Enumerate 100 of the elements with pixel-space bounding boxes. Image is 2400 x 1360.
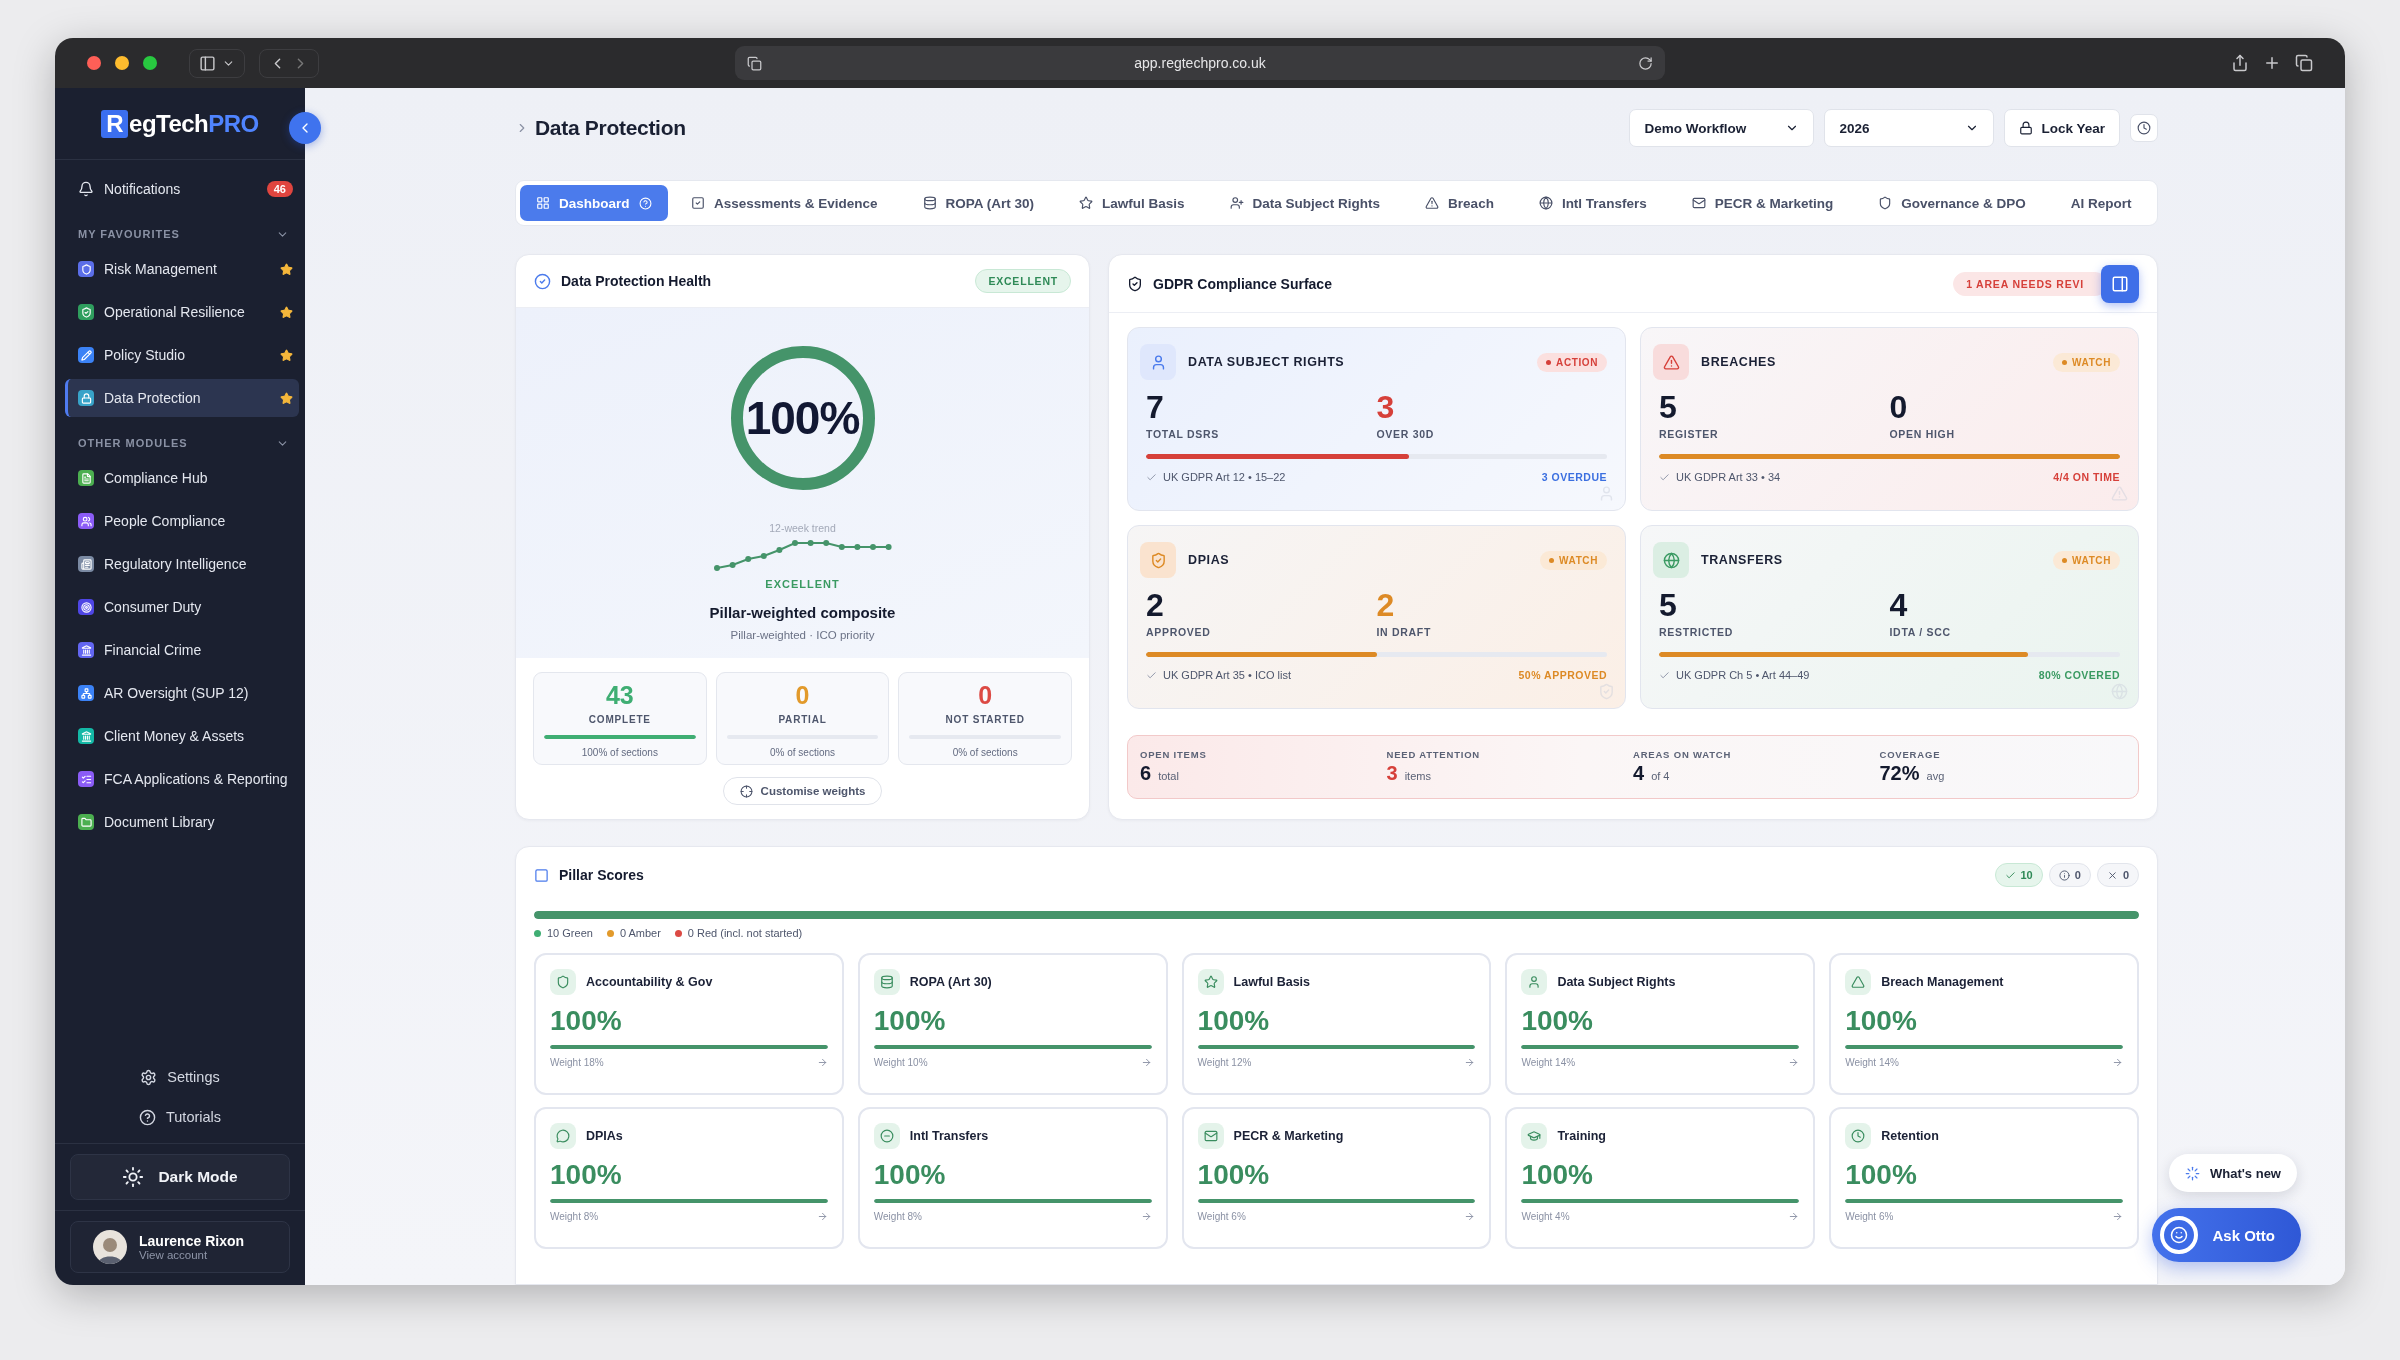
sidebar-item[interactable]: People Compliance bbox=[65, 502, 299, 540]
tab[interactable]: PECR & Marketing bbox=[1670, 185, 1855, 221]
pillar-card[interactable]: Data Subject Rights 100% Weight 14% bbox=[1505, 953, 1816, 1095]
health-badge: EXCELLENT bbox=[975, 269, 1071, 293]
area-note: 4/4 ON TIME bbox=[2053, 471, 2120, 483]
account-link[interactable]: View account bbox=[139, 1249, 245, 1261]
pillar-score: 100% bbox=[550, 1005, 623, 1037]
whats-new-button[interactable]: What's new bbox=[2169, 1154, 2297, 1192]
summary-value: 6 bbox=[1140, 762, 1152, 785]
star-icon[interactable] bbox=[280, 391, 293, 405]
pillar-card[interactable]: Intl Transfers 100% Weight 8% bbox=[857, 1107, 1168, 1249]
pillar-card[interactable]: PECR & Marketing 100% Weight 6% bbox=[1181, 1107, 1492, 1249]
sidebar-item[interactable]: Data Protection bbox=[65, 379, 299, 417]
app-logo[interactable]: R egTechPRO bbox=[101, 109, 259, 138]
pillar-score: 100% bbox=[1197, 1005, 1271, 1037]
pillar-score: 100% bbox=[1197, 1159, 1271, 1191]
pillar-card[interactable]: Lawful Basis 100% Weight 12% bbox=[1181, 953, 1492, 1095]
new-tab-icon[interactable] bbox=[2263, 54, 2281, 72]
arrow-icon[interactable] bbox=[1464, 1211, 1476, 1222]
lock-year-button[interactable]: Lock Year bbox=[2004, 109, 2120, 147]
arrow-icon[interactable] bbox=[2112, 1211, 2123, 1222]
pillar-name: Retention bbox=[1881, 1129, 1939, 1143]
sidebar-item[interactable]: Financial Crime bbox=[65, 631, 299, 669]
help-icon bbox=[638, 196, 652, 210]
failed-count-chip[interactable]: 0 bbox=[2096, 863, 2139, 887]
tabs-overview-icon[interactable] bbox=[2295, 54, 2313, 72]
year-dropdown[interactable]: 2026 bbox=[1824, 109, 1995, 147]
sidebar-item[interactable]: Client Money & Assets bbox=[65, 717, 299, 755]
tab[interactable]: Intl Transfers bbox=[1517, 185, 1669, 221]
maximize-window-icon[interactable] bbox=[143, 56, 157, 70]
pillar-score: 100% bbox=[1845, 1005, 1918, 1037]
passed-count-chip[interactable]: 10 bbox=[1994, 863, 2043, 887]
tab[interactable]: AI Report bbox=[2049, 185, 2153, 221]
customise-weights-button[interactable]: Customise weights bbox=[722, 777, 883, 805]
graduation-cap-icon bbox=[1521, 1123, 1548, 1149]
pillar-name: DPIAs bbox=[586, 1129, 623, 1143]
address-bar[interactable]: app.regtechpro.co.uk bbox=[735, 46, 1665, 80]
arrow-icon[interactable] bbox=[2112, 1057, 2123, 1068]
star-icon[interactable] bbox=[280, 262, 293, 276]
arrow-icon[interactable] bbox=[1788, 1057, 1800, 1068]
sidebar-item[interactable]: Consumer Duty bbox=[65, 588, 299, 626]
pillar-card[interactable]: ROPA (Art 30) 100% Weight 10% bbox=[857, 953, 1168, 1095]
arrow-icon[interactable] bbox=[1788, 1211, 1800, 1222]
compliance-area-card[interactable]: DPIAS WATCH 2 APPROVED 2 IN DRAFT UK GDPR Art 35 • ICO list 50% APPROVED bbox=[1127, 525, 1626, 709]
sidebar-item[interactable]: Risk Management bbox=[65, 250, 299, 288]
arrow-icon[interactable] bbox=[816, 1057, 828, 1068]
share-icon[interactable] bbox=[2231, 54, 2249, 72]
score-caption: Pillar-weighted composite bbox=[709, 604, 896, 621]
arrow-icon[interactable] bbox=[1140, 1211, 1152, 1222]
panel-toggle-button[interactable] bbox=[2101, 264, 2139, 303]
star-icon[interactable] bbox=[280, 348, 293, 362]
sidebar-item[interactable]: FCA Applications & Reporting bbox=[65, 760, 299, 798]
metric-label: IDTA / SCC bbox=[1889, 626, 1952, 638]
pillar-card[interactable]: Accountability & Gov 100% Weight 18% bbox=[534, 953, 844, 1095]
area-title: BREACHES bbox=[1701, 355, 1776, 369]
arrow-icon[interactable] bbox=[1140, 1057, 1152, 1068]
sidebar-item[interactable]: Operational Resilience bbox=[65, 293, 299, 331]
history-button[interactable] bbox=[2130, 114, 2158, 142]
workflow-dropdown[interactable]: Demo Workflow bbox=[1629, 109, 1815, 147]
pillar-weight: Weight 12% bbox=[1197, 1057, 1252, 1068]
metric-value: 2 bbox=[1376, 586, 1396, 624]
arrow-icon[interactable] bbox=[1464, 1057, 1476, 1068]
metric-value: 7 bbox=[1146, 388, 1165, 426]
warning-icon bbox=[1653, 344, 1689, 380]
score-value: 100% bbox=[745, 391, 860, 445]
tab[interactable]: Data Subject Rights bbox=[1208, 185, 1402, 221]
compliance-area-card[interactable]: BREACHES WATCH 5 REGISTER 0 OPEN HIGH UK GDPR Art 33 • 34 4/4 ON TIME bbox=[1640, 327, 2139, 511]
minimize-window-icon[interactable] bbox=[115, 56, 129, 70]
pillar-card[interactable]: DPIAs 100% Weight 8% bbox=[534, 1107, 844, 1249]
sidebar-item[interactable]: AR Oversight (SUP 12) bbox=[65, 674, 299, 712]
settings-link[interactable]: Settings bbox=[55, 1057, 305, 1097]
tab[interactable]: Lawful Basis bbox=[1057, 185, 1207, 221]
tab-icon[interactable] bbox=[747, 55, 762, 71]
tab[interactable]: Assessments & Evidence bbox=[669, 185, 900, 221]
area-title: DPIAS bbox=[1188, 553, 1230, 567]
compliance-area-card[interactable]: DATA SUBJECT RIGHTS ACTION 7 TOTAL DSRS 3 OVER 30D UK GDPR Art 12 • 15–22 3 OVERDUE bbox=[1127, 327, 1626, 511]
tab[interactable]: Dashboard bbox=[520, 185, 668, 221]
notifications-item[interactable]: Notifications 46 bbox=[65, 170, 299, 208]
ask-assistant-button[interactable]: Ask Otto bbox=[2152, 1208, 2301, 1262]
arrow-icon[interactable] bbox=[816, 1211, 828, 1222]
sidebar-toggle-button[interactable] bbox=[189, 48, 245, 78]
compliance-area-card[interactable]: TRANSFERS WATCH 5 RESTRICTED 4 IDTA / SCC UK GDPR Ch 5 • Art 44–49 80% COVERED bbox=[1640, 525, 2139, 709]
account-card[interactable]: Laurence Rixon View account bbox=[70, 1221, 290, 1273]
pillar-weight: Weight 4% bbox=[1521, 1211, 1570, 1222]
sidebar-item[interactable]: Policy Studio bbox=[65, 336, 299, 374]
sidebar-item[interactable]: Regulatory Intelligence bbox=[65, 545, 299, 583]
tab[interactable]: ROPA (Art 30) bbox=[901, 185, 1056, 221]
close-window-icon[interactable] bbox=[87, 56, 101, 70]
tab[interactable]: Governance & DPO bbox=[1856, 185, 2048, 221]
dark-mode-button[interactable]: Dark Mode bbox=[70, 1154, 290, 1200]
pillar-card[interactable]: Breach Management 100% Weight 14% bbox=[1829, 953, 2139, 1095]
sidebar-item[interactable]: Compliance Hub bbox=[65, 459, 299, 497]
star-icon[interactable] bbox=[280, 305, 293, 319]
tab[interactable]: Breach bbox=[1403, 185, 1516, 221]
pillar-card[interactable]: Retention 100% Weight 6% bbox=[1829, 1107, 2139, 1249]
sidebar-item[interactable]: Document Library bbox=[65, 803, 299, 841]
tutorials-link[interactable]: Tutorials bbox=[55, 1097, 305, 1137]
info-count-chip[interactable]: 0 bbox=[2048, 863, 2091, 887]
reload-icon[interactable] bbox=[1638, 55, 1653, 71]
pillar-card[interactable]: Training 100% Weight 4% bbox=[1505, 1107, 1816, 1249]
